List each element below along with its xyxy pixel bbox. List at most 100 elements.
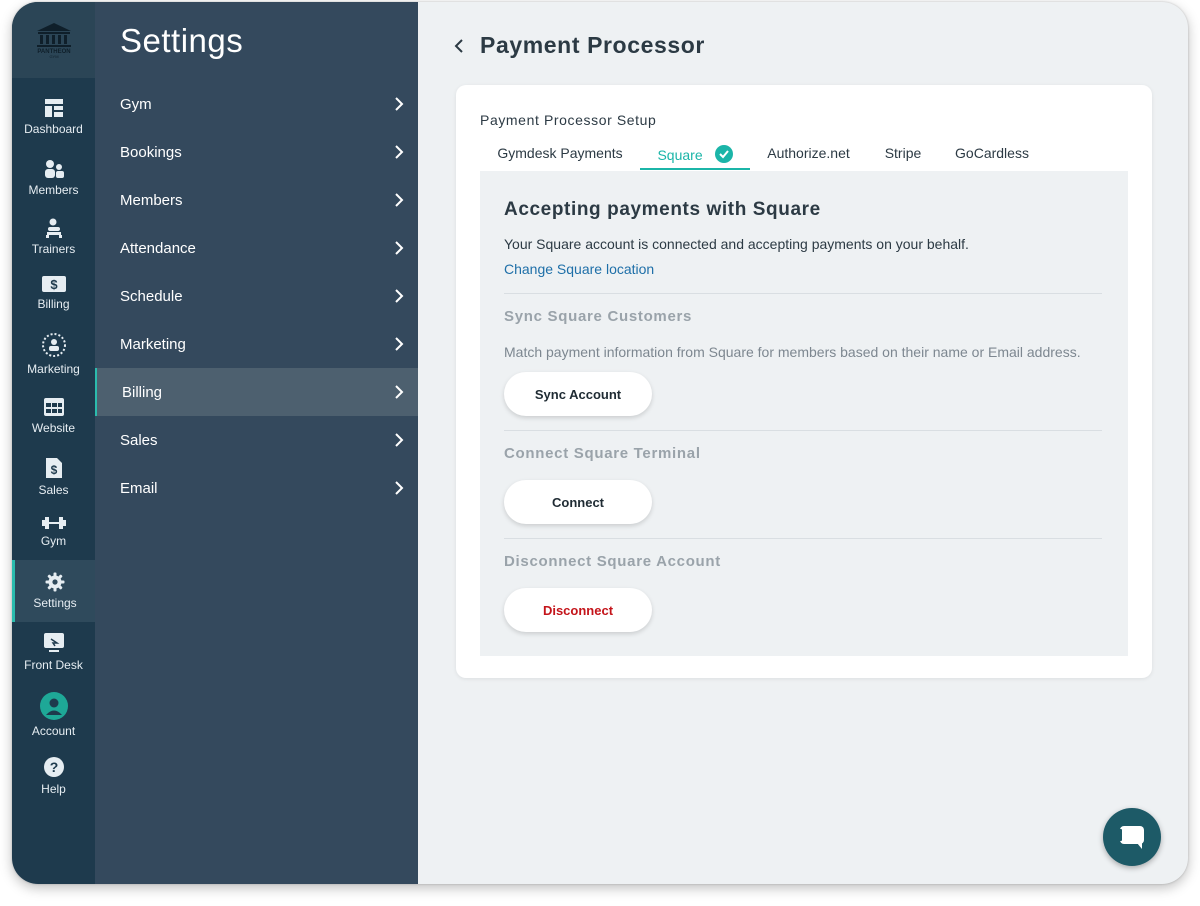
help-icon: ?	[43, 757, 64, 777]
settings-menu: Settings Gym Bookings Members Attendance…	[95, 2, 418, 884]
billing-icon: $	[41, 276, 66, 292]
menu-title: Settings	[120, 22, 244, 59]
tab-label: Gymdesk Payments	[497, 145, 623, 161]
rail-item-website[interactable]: Website	[12, 397, 95, 435]
gym-icon	[41, 517, 66, 529]
rail-label: Website	[31, 421, 76, 435]
rail-label: Gym	[40, 534, 67, 548]
tab-label: GoCardless	[955, 145, 1029, 161]
rail-item-dashboard[interactable]: Dashboard	[12, 98, 95, 136]
menu-item-label: Members	[120, 191, 183, 209]
check-circle-icon	[714, 145, 733, 163]
rail-item-settings[interactable]: Settings	[12, 560, 95, 622]
marketing-icon	[41, 333, 66, 357]
menu-item-members[interactable]: Members	[95, 176, 418, 224]
chevron-right-icon	[395, 97, 404, 111]
square-panel: Accepting payments with Square Your Squa…	[480, 171, 1128, 656]
tab-stripe[interactable]: Stripe	[867, 138, 939, 170]
gym-logo[interactable]: PANTHEON GYM	[12, 2, 95, 78]
tab-label: Authorize.net	[767, 145, 850, 161]
page-title: Payment Processor	[480, 32, 705, 58]
chevron-right-icon	[395, 433, 404, 447]
rail-item-marketing[interactable]: Marketing	[12, 332, 95, 376]
sync-section-title: Sync Square Customers	[504, 308, 693, 325]
menu-item-label: Gym	[120, 95, 152, 113]
tab-gocardless[interactable]: GoCardless	[939, 138, 1045, 170]
tab-label: Square	[657, 147, 703, 163]
menu-item-label: Email	[120, 479, 158, 497]
change-location-link[interactable]: Change Square location	[504, 261, 654, 277]
rail-label: Members	[28, 183, 79, 197]
menu-item-gym[interactable]: Gym	[95, 80, 418, 128]
divider	[504, 293, 1102, 294]
rail-label: Front Desk	[24, 658, 83, 672]
rail-item-account[interactable]: Account	[12, 692, 95, 738]
back-chevron-icon[interactable]	[454, 38, 464, 53]
app-window: PANTHEON GYM Dashboard Members Trainers	[12, 2, 1188, 884]
svg-text:GYM: GYM	[49, 54, 58, 58]
menu-item-billing[interactable]: Billing	[95, 368, 418, 416]
svg-text:?: ?	[49, 759, 58, 775]
gear-icon	[45, 572, 65, 592]
tab-gymdesk-payments[interactable]: Gymdesk Payments	[480, 138, 640, 170]
chat-button[interactable]	[1103, 808, 1161, 866]
rail-item-front-desk[interactable]: Front Desk	[12, 632, 95, 672]
tab-label: Stripe	[884, 145, 922, 161]
menu-item-bookings[interactable]: Bookings	[95, 128, 418, 176]
sync-account-button[interactable]: Sync Account	[504, 372, 652, 416]
rail-label: Trainers	[31, 242, 76, 256]
website-icon	[43, 398, 64, 416]
chevron-right-icon	[395, 241, 404, 255]
sync-section-description: Match payment information from Square fo…	[504, 344, 1081, 360]
menu-item-attendance[interactable]: Attendance	[95, 224, 418, 272]
payment-processor-card: Payment Processor Setup Gymdesk Payments…	[456, 85, 1152, 678]
svg-text:$: $	[50, 463, 57, 477]
rail-item-help[interactable]: ? Help	[12, 756, 95, 796]
card-heading: Payment Processor Setup	[480, 112, 657, 128]
disconnect-section-title: Disconnect Square Account	[504, 553, 721, 570]
menu-item-label: Marketing	[120, 335, 186, 353]
members-icon	[44, 160, 64, 178]
svg-text:$: $	[50, 277, 58, 292]
rail-label: Help	[41, 782, 66, 796]
menu-item-label: Attendance	[120, 239, 196, 257]
rail-item-billing[interactable]: $ Billing	[12, 275, 95, 311]
menu-item-marketing[interactable]: Marketing	[95, 320, 418, 368]
main-content: Payment Processor Payment Processor Setu…	[418, 2, 1188, 884]
rail-label: Account	[31, 724, 76, 738]
chevron-right-icon	[395, 337, 404, 351]
rail-label: Marketing	[27, 362, 80, 376]
rail-item-trainers[interactable]: Trainers	[12, 218, 95, 256]
chevron-right-icon	[395, 193, 404, 207]
sales-icon: $	[45, 458, 62, 478]
rail-item-sales[interactable]: $ Sales	[12, 457, 95, 497]
menu-item-schedule[interactable]: Schedule	[95, 272, 418, 320]
menu-item-label: Bookings	[120, 143, 182, 161]
trainers-icon	[45, 218, 62, 238]
tab-authorize-net[interactable]: Authorize.net	[750, 138, 867, 170]
icon-rail: PANTHEON GYM Dashboard Members Trainers	[12, 2, 95, 884]
panel-description: Your Square account is connected and acc…	[504, 236, 969, 252]
rail-item-gym[interactable]: Gym	[12, 516, 95, 548]
panel-title: Accepting payments with Square	[504, 199, 821, 220]
menu-item-email[interactable]: Email	[95, 464, 418, 512]
dashboard-icon	[44, 99, 63, 117]
rail-label: Billing	[37, 297, 70, 311]
rail-label: Settings	[33, 596, 77, 610]
menu-item-sales[interactable]: Sales	[95, 416, 418, 464]
menu-item-label: Schedule	[120, 287, 183, 305]
front-desk-icon	[43, 633, 64, 652]
connect-button[interactable]: Connect	[504, 480, 652, 524]
logo-icon: PANTHEON GYM	[36, 23, 71, 58]
divider	[504, 430, 1102, 431]
chevron-right-icon	[395, 289, 404, 303]
rail-label: Sales	[38, 483, 69, 497]
terminal-section-title: Connect Square Terminal	[504, 445, 701, 462]
rail-item-members[interactable]: Members	[12, 159, 95, 197]
account-icon	[39, 692, 68, 720]
divider	[504, 538, 1102, 539]
chat-icon	[1119, 826, 1144, 849]
disconnect-button[interactable]: Disconnect	[504, 588, 652, 632]
tab-square[interactable]: Square	[640, 138, 750, 170]
chevron-right-icon	[395, 145, 404, 159]
